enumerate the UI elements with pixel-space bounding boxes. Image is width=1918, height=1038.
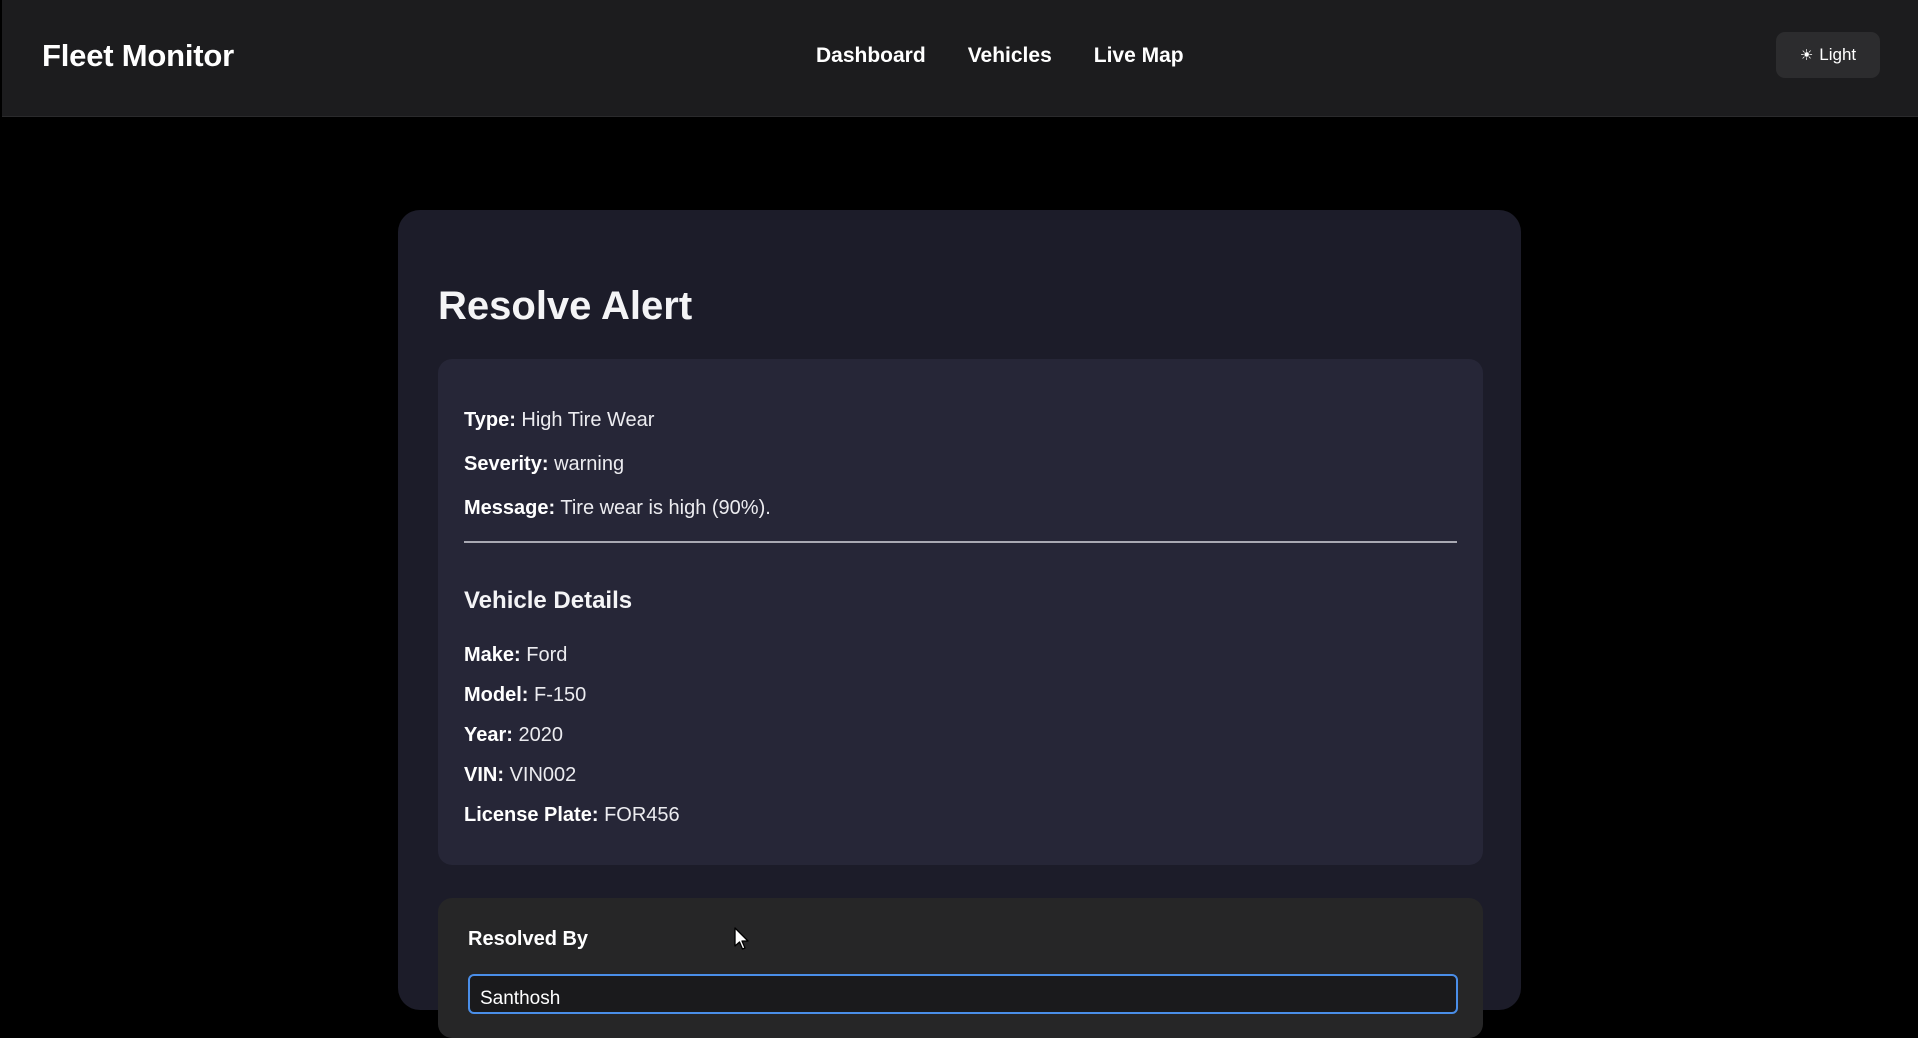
main-nav: Dashboard Vehicles Live Map [816, 44, 1184, 68]
vehicle-model-row: Model: F-150 [464, 684, 586, 707]
resolve-form: Resolved By [438, 898, 1483, 1038]
vehicle-plate-label: License Plate: [464, 804, 599, 826]
vehicle-year-label: Year: [464, 724, 513, 746]
vehicle-model-label: Model: [464, 684, 529, 706]
alert-severity-value: warning [554, 453, 625, 475]
page-title: Resolve Alert [438, 284, 693, 328]
vehicle-model-value: F-150 [534, 684, 587, 706]
vehicle-vin-label: VIN: [464, 764, 504, 786]
vehicle-details-heading: Vehicle Details [464, 587, 633, 614]
sun-icon: ☀ [1799, 47, 1814, 64]
alert-severity-label: Severity: [464, 453, 549, 475]
alert-type-label: Type: [464, 409, 516, 431]
alert-message-value: Tire wear is high (90%). [560, 497, 771, 519]
theme-toggle-label: Light [1819, 45, 1857, 64]
vehicle-make-value: Ford [526, 644, 568, 666]
nav-vehicles[interactable]: Vehicles [968, 44, 1052, 68]
vehicle-make-row: Make: Ford [464, 644, 567, 667]
alert-type-value: High Tire Wear [521, 409, 655, 431]
alert-message-row: Message: Tire wear is high (90%). [464, 497, 771, 520]
vehicle-plate-value: FOR456 [604, 804, 680, 826]
top-navbar: Fleet Monitor Dashboard Vehicles Live Ma… [2, 0, 1918, 117]
vehicle-vin-row: VIN: VIN002 [464, 764, 576, 787]
alert-info-panel: Type: High Tire Wear Severity: warning M… [438, 359, 1483, 865]
resolved-by-field-wrapper [468, 974, 1458, 1014]
resolved-by-input[interactable] [468, 974, 1458, 1014]
vehicle-plate-row: License Plate: FOR456 [464, 804, 680, 827]
nav-dashboard[interactable]: Dashboard [816, 44, 926, 68]
alert-severity-row: Severity: warning [464, 453, 624, 476]
vehicle-year-row: Year: 2020 [464, 724, 563, 747]
alert-message-label: Message: [464, 497, 556, 519]
vehicle-vin-value: VIN002 [509, 764, 577, 786]
vehicle-year-value: 2020 [518, 724, 564, 746]
resolved-by-label: Resolved By [468, 928, 589, 950]
theme-toggle-button[interactable]: ☀ Light [1776, 32, 1880, 78]
app-brand[interactable]: Fleet Monitor [42, 38, 234, 74]
alert-type-row: Type: High Tire Wear [464, 409, 654, 432]
mouse-pointer-icon [734, 927, 749, 950]
section-divider [464, 541, 1457, 543]
nav-live-map[interactable]: Live Map [1094, 44, 1184, 68]
resolve-alert-card: Resolve Alert Type: High Tire Wear Sever… [398, 210, 1521, 1038]
vehicle-make-label: Make: [464, 644, 521, 666]
